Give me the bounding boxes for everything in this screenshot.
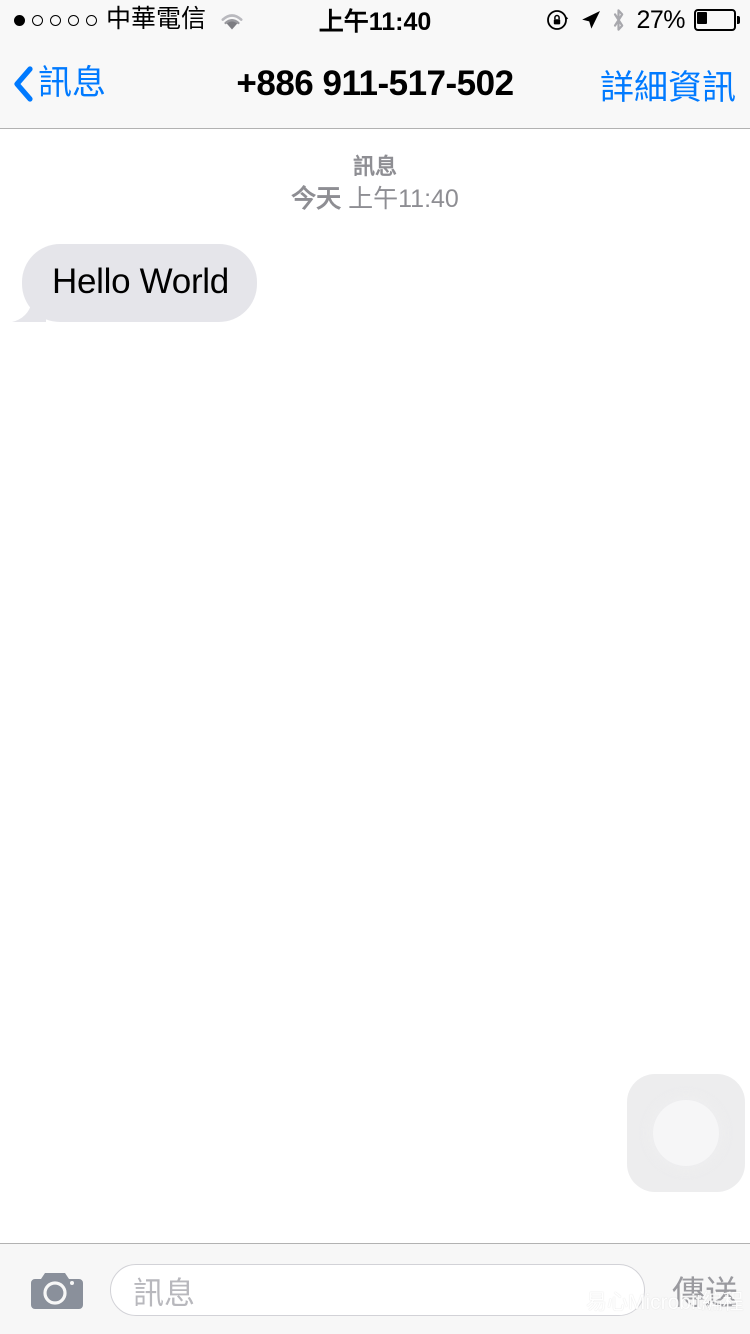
status-bar-right: 27%	[546, 0, 740, 40]
bluetooth-icon	[610, 8, 627, 32]
messages-screen: 中華電信 上午11:40 27% 訊息 +886 911-517-502 詳細資…	[0, 0, 750, 1334]
details-button[interactable]: 詳細資訊	[600, 40, 736, 128]
battery-percent-label: 27%	[636, 5, 685, 34]
assistive-touch-button[interactable]	[627, 1074, 745, 1192]
timestamp-time: 上午11:40	[348, 185, 459, 214]
camera-icon[interactable]	[27, 1269, 83, 1311]
bubble-tail-icon	[12, 288, 46, 323]
timestamp-datetime: 今天 上午11:40	[0, 183, 750, 216]
assistive-touch-inner-circle	[653, 1100, 719, 1166]
message-input-placeholder: 訊息	[133, 1275, 195, 1311]
message-text: Hello World	[52, 262, 229, 302]
message-row-incoming: Hello World	[0, 244, 750, 323]
timestamp-service-label: 訊息	[352, 154, 397, 179]
message-input-field[interactable]: 訊息	[110, 1264, 645, 1316]
rotation-lock-icon	[546, 8, 570, 32]
battery-icon	[694, 9, 740, 31]
conversation-area[interactable]: 訊息 今天 上午11:40 Hello World	[0, 129, 750, 1243]
timestamp-day: 今天	[291, 185, 342, 214]
message-bubble[interactable]: Hello World	[12, 244, 257, 323]
timestamp-divider: 訊息 今天 上午11:40	[0, 152, 750, 216]
location-arrow-icon	[579, 9, 601, 31]
navigation-bar: 訊息 +886 911-517-502 詳細資訊	[0, 40, 750, 129]
send-button[interactable]: 傳送	[672, 1244, 738, 1334]
message-input-bar: 訊息 傳送	[0, 1243, 750, 1334]
status-bar: 中華電信 上午11:40 27%	[0, 0, 750, 40]
